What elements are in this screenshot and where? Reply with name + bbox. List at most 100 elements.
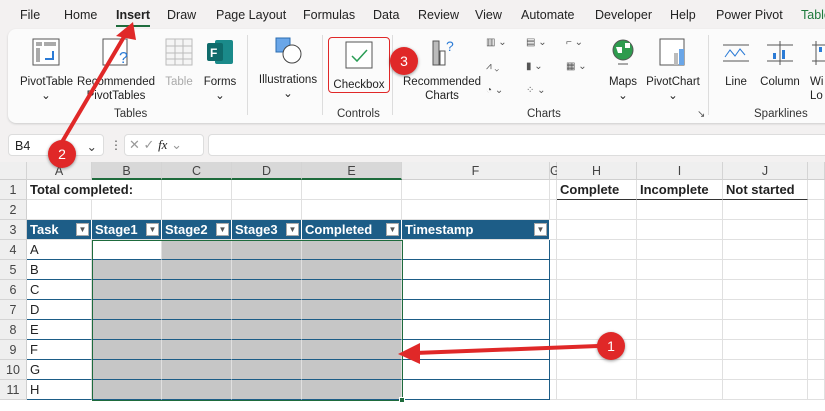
filter-dropdown-icon[interactable]: ▼ [146, 223, 159, 236]
row-header-11[interactable]: 11 [0, 380, 27, 400]
column-header-D[interactable]: D [232, 162, 302, 180]
filter-dropdown-icon[interactable]: ▼ [286, 223, 299, 236]
cell[interactable] [162, 180, 232, 200]
column-header-G[interactable]: G [550, 162, 557, 180]
tab-view[interactable]: View [475, 8, 502, 22]
cell[interactable] [808, 240, 825, 260]
cell[interactable] [557, 380, 637, 400]
task-cell[interactable]: E [27, 320, 92, 340]
table-header-timestamp[interactable]: Timestamp▼ [402, 220, 550, 240]
cell[interactable] [723, 220, 808, 240]
cell[interactable] [402, 180, 550, 200]
row-header-4[interactable]: 4 [0, 240, 27, 260]
table-cell[interactable] [402, 240, 550, 260]
table-cell[interactable] [232, 260, 302, 280]
cell[interactable] [723, 200, 808, 220]
cell[interactable] [723, 380, 808, 400]
tab-automate[interactable]: Automate [521, 8, 575, 22]
cell[interactable] [550, 180, 557, 200]
table-cell[interactable] [92, 380, 162, 400]
table-header-stage2[interactable]: Stage2▼ [162, 220, 232, 240]
table-cell[interactable] [92, 280, 162, 300]
cell[interactable] [637, 340, 723, 360]
cell[interactable] [808, 340, 825, 360]
column-header-extra[interactable] [808, 162, 825, 180]
cell-a1[interactable]: Total completed: [27, 180, 162, 200]
cell[interactable] [550, 260, 557, 280]
filter-dropdown-icon[interactable]: ▼ [386, 223, 399, 236]
table-cell[interactable] [162, 260, 232, 280]
table-cell[interactable] [302, 340, 402, 360]
row-header-7[interactable]: 7 [0, 300, 27, 320]
cell[interactable] [637, 280, 723, 300]
table-cell[interactable] [402, 300, 550, 320]
table-cell[interactable] [232, 300, 302, 320]
cell[interactable] [808, 360, 825, 380]
cell[interactable] [808, 380, 825, 400]
task-cell[interactable]: G [27, 360, 92, 380]
table-cell[interactable] [302, 360, 402, 380]
cell[interactable] [550, 240, 557, 260]
table-header-completed[interactable]: Completed▼ [302, 220, 402, 240]
table-cell[interactable] [162, 320, 232, 340]
cell[interactable] [723, 240, 808, 260]
insert-function-button[interactable]: fx [158, 137, 167, 152]
summary-header[interactable]: Not started [723, 180, 808, 200]
table-cell[interactable] [232, 280, 302, 300]
cell[interactable] [637, 240, 723, 260]
summary-header[interactable]: Complete [557, 180, 637, 200]
task-cell[interactable]: H [27, 380, 92, 400]
row-header-3[interactable]: 3 [0, 220, 27, 240]
cell[interactable] [637, 320, 723, 340]
tab-developer[interactable]: Developer [595, 8, 652, 22]
table-cell[interactable] [92, 360, 162, 380]
cell[interactable] [808, 280, 825, 300]
cell[interactable] [550, 340, 557, 360]
cell[interactable] [808, 260, 825, 280]
row-header-1[interactable]: 1 [0, 180, 27, 200]
column-header-C[interactable]: C [162, 162, 232, 180]
tab-insert[interactable]: Insert [116, 8, 150, 22]
table-cell[interactable] [162, 280, 232, 300]
cancel-icon[interactable]: ✕ [129, 137, 140, 152]
column-header-I[interactable]: I [637, 162, 723, 180]
cell[interactable] [550, 300, 557, 320]
tab-file[interactable]: File [20, 8, 40, 22]
combo-chart-dropdown[interactable]: ▦ ⌄ [566, 61, 587, 72]
cell[interactable] [723, 360, 808, 380]
cell[interactable] [808, 320, 825, 340]
select-all-corner[interactable] [0, 162, 27, 180]
cell[interactable] [550, 280, 557, 300]
tab-help[interactable]: Help [670, 8, 696, 22]
cell[interactable] [637, 220, 723, 240]
cell[interactable] [162, 200, 232, 220]
fill-handle[interactable] [399, 397, 405, 403]
tab-review[interactable]: Review [418, 8, 459, 22]
cell[interactable] [637, 300, 723, 320]
cell[interactable] [557, 220, 637, 240]
column-header-B[interactable]: B [92, 162, 162, 180]
cell[interactable] [723, 340, 808, 360]
cell[interactable] [550, 380, 557, 400]
table-cell[interactable] [92, 240, 162, 260]
cell[interactable] [723, 260, 808, 280]
cell[interactable] [557, 260, 637, 280]
tab-page-layout[interactable]: Page Layout [216, 8, 286, 22]
cell[interactable] [637, 260, 723, 280]
task-cell[interactable]: D [27, 300, 92, 320]
cell[interactable] [550, 320, 557, 340]
pivottable-button[interactable]: PivotTable⌄ [20, 37, 72, 103]
table-cell[interactable] [302, 320, 402, 340]
illustrations-button[interactable]: Illustrations⌄ [254, 35, 322, 101]
table-cell[interactable] [92, 260, 162, 280]
table-button[interactable]: Table [164, 37, 194, 89]
row-header-2[interactable]: 2 [0, 200, 27, 220]
task-cell[interactable]: F [27, 340, 92, 360]
table-cell[interactable] [92, 300, 162, 320]
cell[interactable] [550, 360, 557, 380]
cell[interactable] [550, 200, 557, 220]
table-cell[interactable] [162, 380, 232, 400]
table-cell[interactable] [302, 300, 402, 320]
cell[interactable] [808, 200, 825, 220]
cell[interactable] [92, 200, 162, 220]
